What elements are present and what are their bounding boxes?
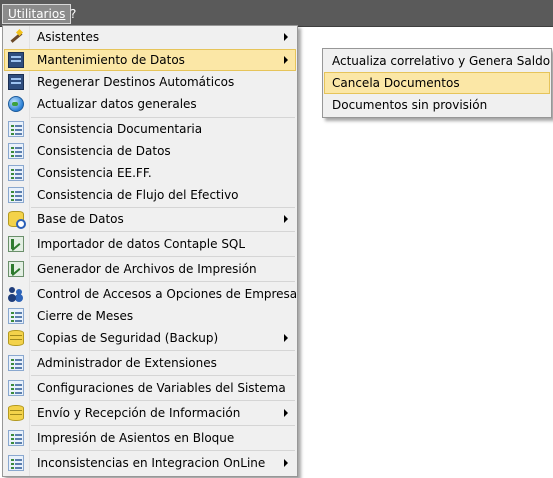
import-icon — [8, 236, 24, 252]
menu-utilitarios-label: Utilitarios — [8, 7, 66, 21]
menu-item-importador-contaple[interactable]: Importador de datos Contaple SQL — [4, 233, 296, 255]
database-tool-icon — [8, 52, 24, 68]
menu-item-label: Mantenimiento de Datos — [37, 53, 185, 67]
menu-item-label: Consistencia de Flujo del Efectivo — [37, 188, 239, 202]
menu-item-label: Importador de datos Contaple SQL — [37, 237, 246, 251]
menu-item-label: Impresión de Asientos en Bloque — [37, 431, 235, 445]
menu-item-control-accesos[interactable]: Control de Accesos a Opciones de Empresa — [4, 283, 298, 305]
menu-item-envio-recepcion[interactable]: Envío y Recepción de Información — [4, 402, 296, 424]
menu-separator — [31, 231, 295, 232]
submenu-arrow-icon — [284, 409, 288, 417]
menu-item-label: Administrador de Extensiones — [37, 356, 217, 370]
menu-item-label: Control de Accesos a Opciones de Empresa — [37, 287, 298, 301]
menu-separator — [31, 450, 295, 451]
menu-item-generador-archivos-impresion[interactable]: Generador de Archivos de Impresión — [4, 258, 296, 280]
menu-item-label: Consistencia Documentaria — [37, 122, 203, 136]
menu-item-mantenimiento-de-datos[interactable]: Mantenimiento de Datos — [4, 49, 296, 71]
menu-separator — [31, 350, 295, 351]
menu-item-label: Consistencia EE.FF. — [37, 166, 152, 180]
menu-item-label: Copias de Seguridad (Backup) — [37, 331, 219, 345]
menu-separator — [31, 375, 295, 376]
list-icon — [8, 355, 24, 371]
menu-item-actualizar-datos-generales[interactable]: Actualizar datos generales — [4, 93, 296, 115]
list-icon — [8, 121, 24, 137]
wand-icon — [8, 29, 24, 45]
list-icon — [8, 308, 24, 324]
menu-item-administrador-extensiones[interactable]: Administrador de Extensiones — [4, 352, 296, 374]
menu-separator — [31, 281, 295, 282]
submenu-item-documentos-sin-provision[interactable]: Documentos sin provisión — [324, 94, 550, 116]
menu-item-base-de-datos[interactable]: Base de Datos — [4, 208, 296, 230]
menu-item-consistencia-documentaria[interactable]: Consistencia Documentaria — [4, 118, 296, 140]
menu-item-label: Actualizar datos generales — [37, 97, 197, 111]
database-tool-icon — [8, 74, 24, 90]
menu-item-configuraciones-variables[interactable]: Configuraciones de Variables del Sistema — [4, 377, 296, 399]
mantenimiento-submenu: Actualiza correlativo y Genera Saldo Can… — [322, 48, 552, 118]
menu-item-label: Configuraciones de Variables del Sistema — [37, 381, 286, 395]
menu-item-inconsistencias-integracion[interactable]: Inconsistencias en Integracion OnLine — [4, 452, 296, 474]
menu-item-consistencia-eeff[interactable]: Consistencia EE.FF. — [4, 162, 296, 184]
users-icon — [8, 286, 24, 302]
menu-item-copias-de-seguridad[interactable]: Copias de Seguridad (Backup) — [4, 327, 296, 349]
menu-help[interactable]: ? — [65, 4, 81, 24]
submenu-arrow-icon — [284, 215, 288, 223]
menu-item-cierre-de-meses[interactable]: Cierre de Meses — [4, 305, 296, 327]
menu-separator — [31, 425, 295, 426]
list-icon — [8, 430, 24, 446]
submenu-arrow-icon — [284, 56, 288, 64]
submenu-item-actualiza-correlativo[interactable]: Actualiza correlativo y Genera Saldo — [324, 50, 550, 72]
list-icon — [8, 165, 24, 181]
submenu-arrow-icon — [284, 33, 288, 41]
menu-item-consistencia-de-datos[interactable]: Consistencia de Datos — [4, 140, 296, 162]
database-search-icon — [8, 211, 26, 229]
menu-item-label: Documentos sin provisión — [332, 98, 488, 112]
menu-item-regenerar-destinos[interactable]: Regenerar Destinos Automáticos — [4, 71, 296, 93]
menu-bar: Utilitarios ? — [0, 0, 553, 27]
list-icon — [8, 187, 24, 203]
import-icon — [8, 261, 24, 277]
list-icon — [8, 455, 24, 471]
list-icon — [8, 380, 24, 396]
globe-icon — [8, 96, 24, 112]
submenu-arrow-icon — [284, 334, 288, 342]
menu-item-asistentes[interactable]: Asistentes — [4, 26, 296, 48]
menu-item-label: Consistencia de Datos — [37, 144, 171, 158]
menu-item-impresion-asientos[interactable]: Impresión de Asientos en Bloque — [4, 427, 296, 449]
list-icon — [8, 143, 24, 159]
menu-item-label: Actualiza correlativo y Genera Saldo — [332, 54, 551, 68]
menu-item-label: Cancela Documentos — [332, 76, 460, 90]
menu-item-consistencia-flujo-efectivo[interactable]: Consistencia de Flujo del Efectivo — [4, 184, 296, 206]
menu-item-label: Regenerar Destinos Automáticos — [37, 75, 235, 89]
menu-separator — [31, 400, 295, 401]
menu-item-label: Cierre de Meses — [37, 309, 134, 323]
database-icon — [8, 405, 24, 421]
menu-utilitarios[interactable]: Utilitarios — [2, 4, 72, 24]
submenu-item-cancela-documentos[interactable]: Cancela Documentos — [324, 72, 550, 94]
menu-item-label: Envío y Recepción de Información — [37, 406, 241, 420]
menu-item-label: Asistentes — [37, 30, 100, 44]
menu-separator — [31, 256, 295, 257]
menu-item-label: Inconsistencias en Integracion OnLine — [37, 456, 266, 470]
utilitarios-dropdown: Asistentes Mantenimiento de Datos Regene… — [2, 25, 298, 477]
menu-item-label: Base de Datos — [37, 212, 124, 226]
submenu-arrow-icon — [284, 459, 288, 467]
database-icon — [8, 330, 24, 346]
menu-item-label: Generador de Archivos de Impresión — [37, 262, 257, 276]
